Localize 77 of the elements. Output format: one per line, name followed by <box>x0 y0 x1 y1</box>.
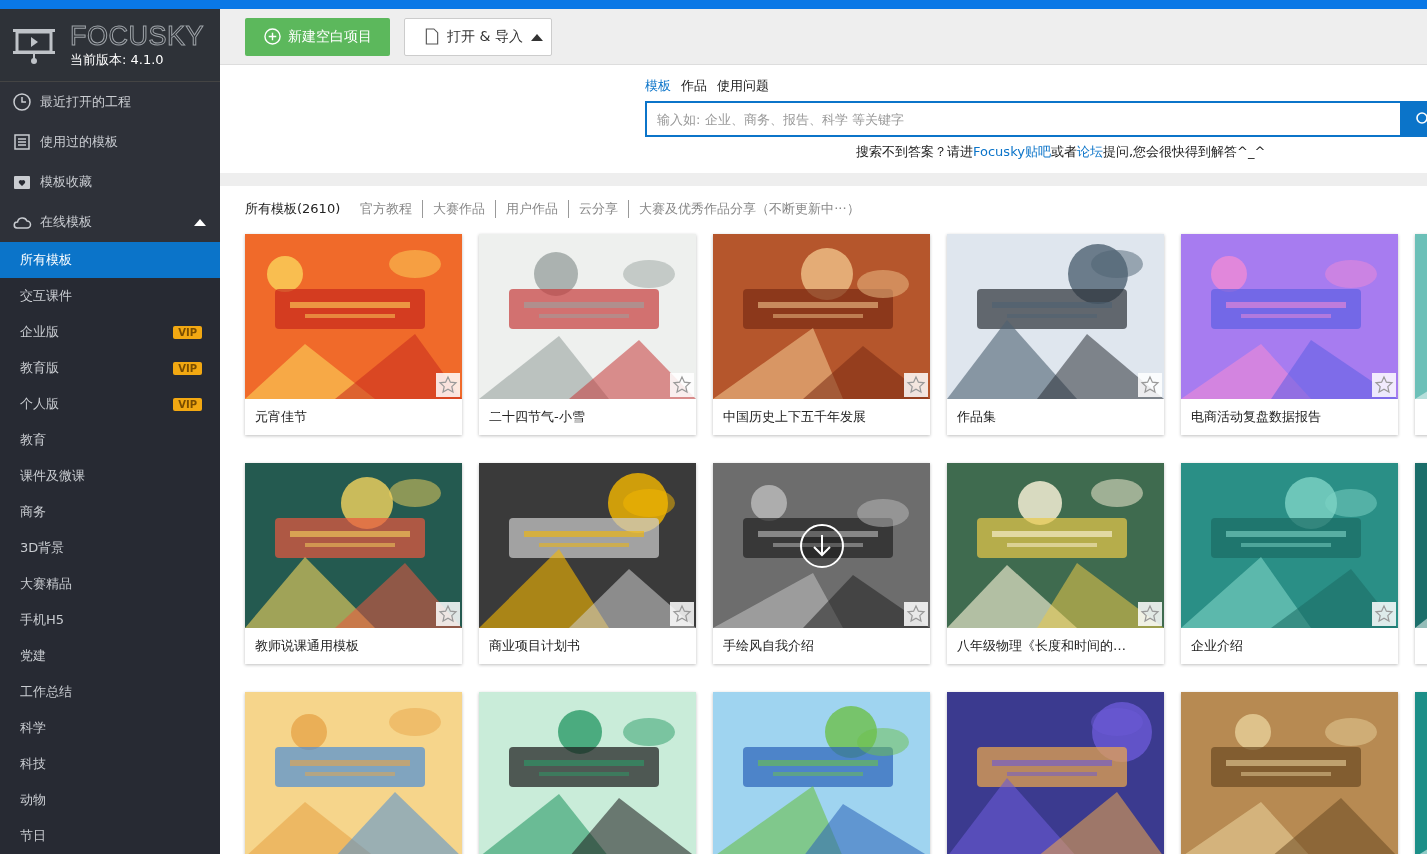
filter-tab[interactable]: 用户作品 <box>495 200 569 218</box>
template-title: 电商活动复盘数据报告 <box>1191 408 1321 426</box>
template-title: 手绘风自我介绍 <box>723 637 814 655</box>
category-item[interactable]: 教育版 VIP <box>0 350 220 386</box>
vip-badge: VIP <box>173 397 202 411</box>
clock-icon <box>12 92 32 112</box>
category-item[interactable]: 节日 <box>0 818 220 854</box>
help-link[interactable]: 论坛 <box>1076 144 1103 159</box>
star-icon[interactable] <box>436 373 460 397</box>
sidebar-item[interactable]: 模板收藏 <box>0 162 220 202</box>
open-import-button[interactable]: 打开 & 导入 <box>404 17 552 56</box>
category-item[interactable]: 交互课件 <box>0 278 220 314</box>
template-title: 二十四节气-小雪 <box>489 408 585 426</box>
vip-badge: VIP <box>173 325 202 339</box>
template-card[interactable]: 中国历史上下五千年发展 <box>713 234 930 435</box>
star-icon[interactable] <box>1138 373 1162 397</box>
search-tab[interactable]: 作品 <box>681 77 707 95</box>
app-logo-text: FOCUSKY <box>70 21 205 51</box>
category-item[interactable]: 企业版 VIP <box>0 314 220 350</box>
category-item[interactable]: 大赛精品 <box>0 566 220 602</box>
sidebar-item[interactable]: 使用过的模板 <box>0 122 220 162</box>
category-item[interactable]: 动物 <box>0 782 220 818</box>
template-title: 八年级物理《长度和时间的… <box>957 637 1126 655</box>
list-icon <box>12 132 32 152</box>
template-title: 企业介绍 <box>1191 637 1243 655</box>
template-card[interactable]: 企业介绍 <box>1181 463 1398 664</box>
plus-circle-icon <box>263 28 281 45</box>
filter-tab[interactable]: 大赛及优秀作品分享（不断更新中···） <box>628 200 870 218</box>
search-tab[interactable]: 模板 <box>645 77 671 95</box>
template-card[interactable]: 手绘风自我介绍 <box>713 463 930 664</box>
version-label: 当前版本: 4.1.0 <box>70 51 165 69</box>
category-item[interactable]: 党建 <box>0 638 220 674</box>
template-title: 元宵佳节 <box>255 408 307 426</box>
star-icon[interactable] <box>904 602 928 626</box>
vip-badge: VIP <box>173 361 202 375</box>
category-item[interactable]: 教育 <box>0 422 220 458</box>
template-card[interactable]: 八年级物理《长度和时间的… <box>947 463 1164 664</box>
star-icon[interactable] <box>670 373 694 397</box>
caret-icon <box>530 32 543 41</box>
template-card[interactable]: 电商活动复盘数据报告 <box>1181 234 1398 435</box>
template-title: 教师说课通用模板 <box>255 637 359 655</box>
category-item[interactable]: 商务 <box>0 494 220 530</box>
document-icon <box>425 28 439 45</box>
template-card[interactable]: 二十四节气-小雪 <box>479 234 696 435</box>
sidebar-item[interactable]: 最近打开的工程 <box>0 82 220 122</box>
category-item[interactable]: 课件及微课 <box>0 458 220 494</box>
star-icon[interactable] <box>1372 373 1396 397</box>
template-card[interactable]: 商业项目计划书 <box>479 463 696 664</box>
star-icon[interactable] <box>670 602 694 626</box>
filter-tab[interactable]: 云分享 <box>568 200 629 218</box>
template-title: 中国历史上下五千年发展 <box>723 408 866 426</box>
star-icon[interactable] <box>1372 602 1396 626</box>
category-item[interactable]: 所有模板 <box>0 242 220 278</box>
category-item[interactable]: 3D背景 <box>0 530 220 566</box>
download-icon <box>799 523 845 569</box>
category-item[interactable]: 工作总结 <box>0 674 220 710</box>
category-item[interactable]: 科学 <box>0 710 220 746</box>
star-icon[interactable] <box>904 373 928 397</box>
template-card[interactable]: 元宵佳节 <box>245 234 462 435</box>
template-card[interactable]: 教师说课通用模板 <box>245 463 462 664</box>
star-icon[interactable] <box>436 602 460 626</box>
help-text: 搜索不到答案？请进Focusky贴吧或者论坛提问,您会很快得到解答^_^ <box>855 143 1267 161</box>
category-item[interactable]: 手机H5 <box>0 602 220 638</box>
category-item[interactable]: 个人版 VIP <box>0 386 220 422</box>
filter-tab[interactable]: 所有模板(2610) <box>245 200 351 218</box>
star-icon[interactable] <box>1138 602 1162 626</box>
filter-tab[interactable]: 官方教程 <box>350 200 423 218</box>
template-title: 作品集 <box>957 408 996 426</box>
search-field[interactable]: 输入如: 企业、商务、报告、科学 等关键字 <box>645 101 1400 137</box>
filter-tab[interactable]: 大赛作品 <box>422 200 496 218</box>
search-tab[interactable]: 使用问题 <box>717 77 769 95</box>
category-item[interactable]: 科技 <box>0 746 220 782</box>
sidebar-item[interactable]: 在线模板 <box>0 202 220 242</box>
help-link[interactable]: Focusky贴吧 <box>973 144 1051 159</box>
template-card[interactable]: 作品集 <box>947 234 1164 435</box>
search-icon <box>1414 111 1427 127</box>
template-title: 商业项目计划书 <box>489 637 580 655</box>
